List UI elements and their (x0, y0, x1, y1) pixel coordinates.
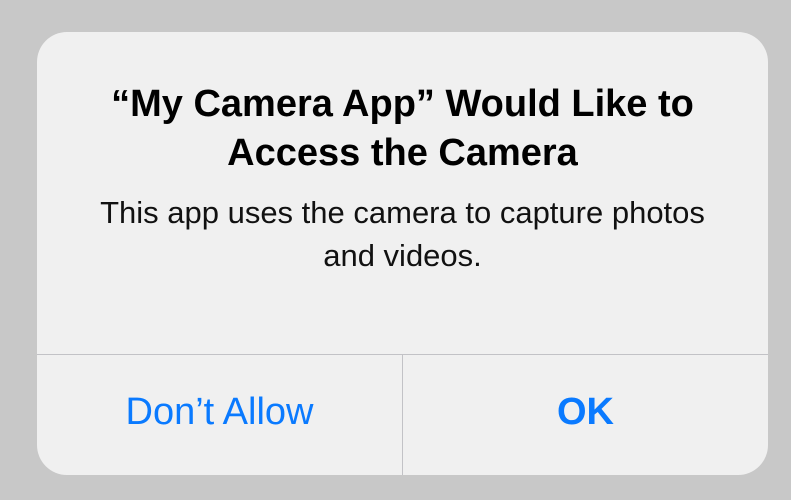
alert-title: “My Camera App” Would Like to Access the… (111, 83, 694, 174)
alert-button-row: Don’t Allow OK (37, 355, 768, 475)
alert-message: This app uses the camera to capture phot… (100, 195, 705, 273)
dont-allow-button[interactable]: Don’t Allow (37, 355, 402, 475)
alert-content: “My Camera App” Would Like to Access the… (37, 32, 768, 354)
ok-button[interactable]: OK (403, 355, 768, 475)
permission-alert-dialog: “My Camera App” Would Like to Access the… (37, 32, 768, 475)
